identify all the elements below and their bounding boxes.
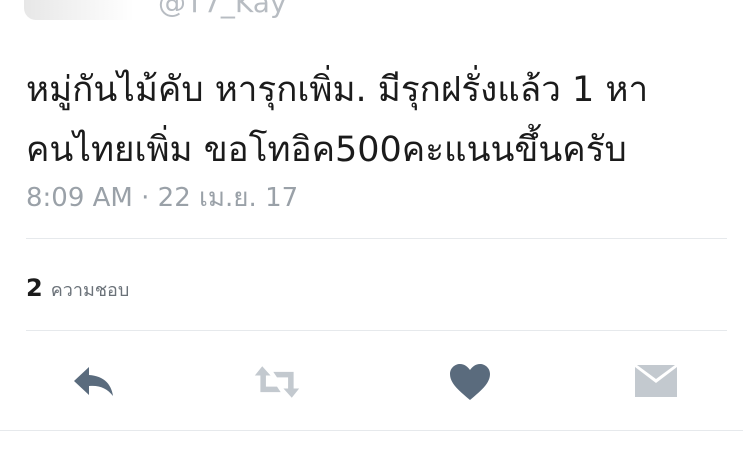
reply-icon (74, 367, 113, 396)
retweet-button[interactable] (253, 360, 301, 404)
tweet-text: หมู่กันไม้คับ หารุกเพิ่ม. มีรุกฝรั่งแล้ว… (26, 70, 649, 170)
heart-icon (450, 364, 490, 400)
divider (0, 430, 743, 431)
retweet-icon (254, 366, 300, 398)
direct-message-icon (635, 365, 677, 397)
like-button[interactable] (446, 360, 494, 404)
direct-message-button[interactable] (632, 360, 680, 404)
avatar[interactable] (24, 0, 134, 20)
tweet-timestamp[interactable]: 8:09 AM · 22 เม.ย. 17 (26, 177, 298, 218)
likes-count: 2 (26, 274, 43, 302)
likes-stat[interactable]: 2 ความชอบ (26, 274, 129, 304)
divider (26, 238, 727, 239)
tweet-detail: @T7_Kay หมู่กันไม้คับ หารุกเพิ่ม. มีรุกฝ… (0, 0, 743, 460)
likes-label: ความชอบ (50, 280, 130, 301)
divider (26, 330, 727, 331)
user-handle[interactable]: @T7_Kay (158, 0, 287, 19)
reply-button[interactable] (70, 360, 118, 404)
